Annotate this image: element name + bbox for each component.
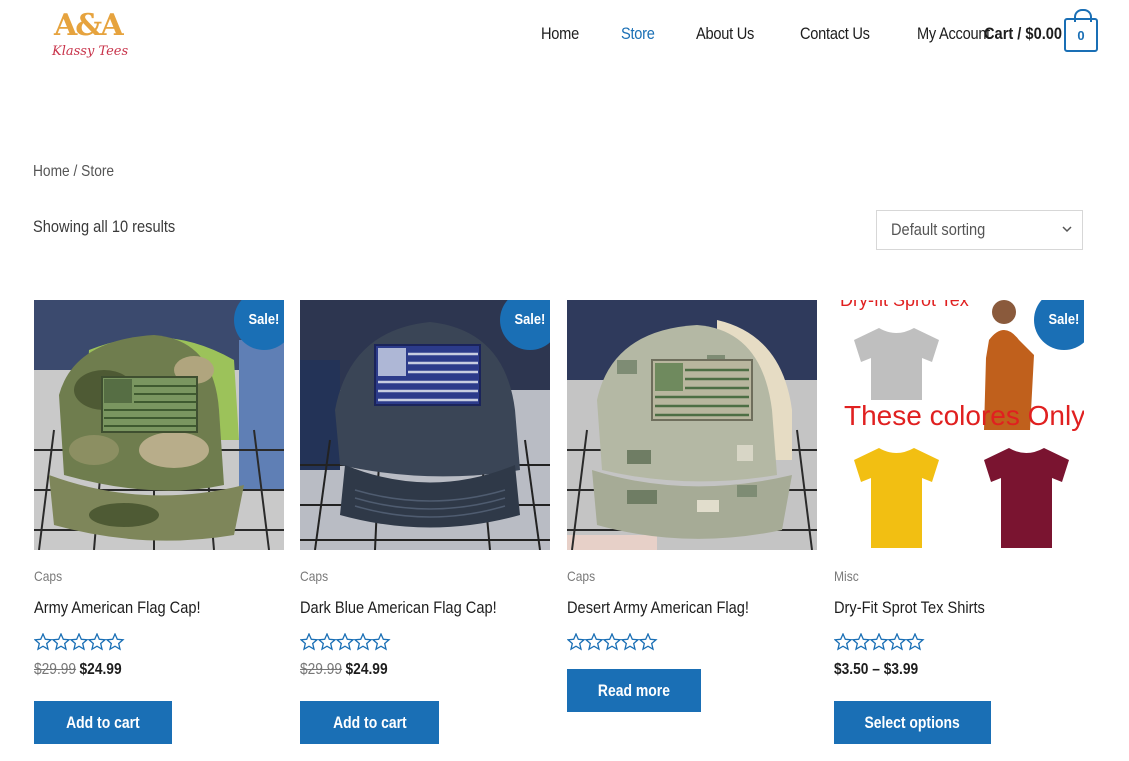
product-title[interactable]: Dry-Fit Sprot Tex Shirts <box>834 598 985 618</box>
product-title[interactable]: Desert Army American Flag! <box>567 598 749 618</box>
price-range: $3.50 – $3.99 <box>834 661 919 678</box>
product-price: $29.99 $24.99 <box>300 661 388 679</box>
add-to-cart-button[interactable]: Add to cart <box>34 701 172 744</box>
image-caption-title: Dry-fit Sprot Tex <box>840 300 969 310</box>
site-logo[interactable]: A&A Klassy Tees <box>48 8 128 66</box>
nav-home[interactable]: Home <box>541 24 579 44</box>
cart-total-link[interactable]: Cart / $0.00 <box>984 24 1062 44</box>
breadcrumb-home[interactable]: Home <box>33 163 70 180</box>
cart-count: 0 <box>1077 28 1085 43</box>
nav-my-account[interactable]: My Account <box>917 24 990 44</box>
product-category[interactable]: Caps <box>34 568 62 584</box>
old-price: $29.99 <box>300 661 343 678</box>
cart-bag-icon[interactable]: 0 <box>1064 9 1098 52</box>
sale-price: $24.99 <box>79 661 122 678</box>
product-title[interactable]: Dark Blue American Flag Cap! <box>300 598 497 618</box>
product-card: Sale! Caps Army American Flag Cap! $29.9… <box>34 300 284 760</box>
breadcrumb: Home / Store <box>33 163 114 181</box>
product-image-camo-cap[interactable]: Sale! <box>34 300 284 550</box>
product-image-dark-blue-cap[interactable]: Sale! <box>300 300 550 550</box>
star-rating-icon <box>834 633 925 651</box>
product-card: Caps Desert Army American Flag! Read mor… <box>567 300 817 760</box>
chevron-down-icon <box>1062 226 1072 233</box>
image-caption-colors: These colores Only <box>844 400 1084 431</box>
product-price: $3.50 – $3.99 <box>834 661 918 679</box>
breadcrumb-separator: / <box>69 163 82 180</box>
product-price: $29.99 $24.99 <box>34 661 122 679</box>
nav-about-us[interactable]: About Us <box>696 24 754 44</box>
star-rating-icon <box>34 633 125 651</box>
add-to-cart-button[interactable]: Add to cart <box>300 701 439 744</box>
star-rating-icon <box>567 633 658 651</box>
read-more-button[interactable]: Read more <box>567 669 701 712</box>
star-rating-icon <box>300 633 391 651</box>
nav-store[interactable]: Store <box>621 24 655 44</box>
product-category[interactable]: Caps <box>300 568 328 584</box>
main-nav: Home Store About Us Contact Us My Accoun… <box>541 24 1038 44</box>
logo-text: Klassy Tees <box>52 44 129 59</box>
product-card: These colores Only Dry-fit Sprot Tex Sal… <box>834 300 1084 760</box>
nav-contact-us[interactable]: Contact Us <box>800 24 870 44</box>
product-image-dry-fit-shirts[interactable]: These colores Only Dry-fit Sprot Tex Sal… <box>834 300 1084 550</box>
product-category[interactable]: Misc <box>834 568 859 584</box>
product-category[interactable]: Caps <box>567 568 595 584</box>
results-count: Showing all 10 results <box>33 217 176 236</box>
product-image-desert-camo-cap[interactable] <box>567 300 817 550</box>
breadcrumb-current: Store <box>81 163 115 180</box>
old-price: $29.99 <box>34 661 77 678</box>
sale-price: $24.99 <box>345 661 388 678</box>
sorting-selected: Default sorting <box>891 220 986 239</box>
sorting-select[interactable]: Default sorting <box>876 210 1083 250</box>
select-options-button[interactable]: Select options <box>834 701 991 744</box>
product-card: Sale! Caps Dark Blue American Flag Cap! … <box>300 300 550 760</box>
logo-monogram: A&A <box>54 8 124 43</box>
product-title[interactable]: Army American Flag Cap! <box>34 598 201 618</box>
